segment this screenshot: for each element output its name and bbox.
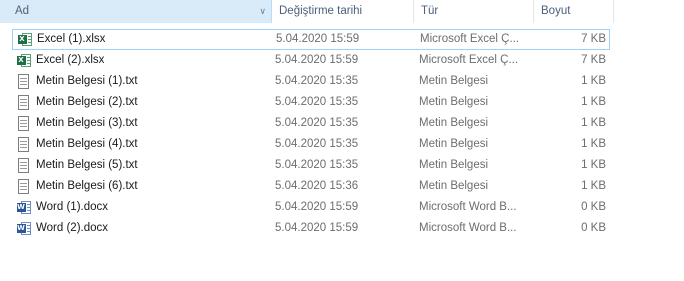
file-type: Metin Belgesi: [419, 138, 489, 150]
file-date: 5.04.2020 15:35: [275, 138, 359, 150]
column-header-bar: ^ Ad ∨ Değiştirme tarihi Tür Boyut: [0, 0, 614, 23]
file-date: 5.04.2020 15:59: [276, 33, 360, 45]
file-name[interactable]: Metin Belgesi (2).txt: [36, 92, 138, 113]
file-type: Metin Belgesi: [419, 96, 489, 108]
file-row[interactable]: Metin Belgesi (1).txt 5.04.2020 15:35 Meti…: [12, 71, 610, 92]
column-header-size-label: Boyut: [541, 5, 571, 17]
file-row[interactable]: Metin Belgesi (5).txt 5.04.2020 15:35 Meti…: [12, 155, 610, 176]
file-row[interactable]: X Excel (2).xlsx 5.04.2020 15:59 Microsoft …: [12, 50, 610, 71]
file-size: 7 KB: [581, 54, 606, 66]
text-file-icon: [15, 176, 31, 197]
column-header-date-label: Değiştirme tarihi: [279, 5, 363, 17]
excel-icon: X: [16, 29, 32, 50]
file-row[interactable]: W Word (1).docx 5.04.2020 15:59 Microsoft W…: [12, 197, 610, 218]
chevron-down-icon[interactable]: ∨: [259, 0, 266, 23]
file-size: 1 KB: [581, 117, 606, 129]
file-row[interactable]: Metin Belgesi (4).txt 5.04.2020 15:35 Meti…: [12, 134, 610, 155]
word-icon: W: [15, 197, 31, 218]
file-date: 5.04.2020 15:35: [275, 75, 359, 87]
column-header-date[interactable]: Değiştirme tarihi: [272, 0, 414, 23]
file-type: Microsoft Excel Ç...: [420, 33, 520, 45]
file-name[interactable]: Metin Belgesi (6).txt: [36, 176, 138, 197]
text-file-icon: [15, 134, 31, 155]
word-icon: W: [15, 218, 31, 239]
column-header-name[interactable]: ^ Ad ∨: [0, 0, 272, 23]
file-type: Metin Belgesi: [419, 159, 489, 171]
file-size: 1 KB: [581, 138, 606, 150]
file-name[interactable]: Excel (2).xlsx: [36, 50, 104, 71]
file-size: 0 KB: [581, 201, 606, 213]
column-header-size[interactable]: Boyut: [534, 0, 614, 23]
text-file-icon: [15, 92, 31, 113]
file-type: Microsoft Excel Ç...: [419, 54, 519, 66]
file-date: 5.04.2020 15:36: [275, 180, 359, 192]
file-name[interactable]: Metin Belgesi (3).txt: [36, 113, 138, 134]
file-type: Microsoft Word B...: [419, 222, 517, 234]
file-size: 7 KB: [581, 33, 606, 45]
column-header-type[interactable]: Tür: [414, 0, 534, 23]
file-row[interactable]: X Excel (1).xlsx 5.04.2020 15:59 Microsoft …: [12, 29, 610, 50]
excel-icon: X: [15, 50, 31, 71]
file-name[interactable]: Word (1).docx: [36, 197, 108, 218]
file-size: 1 KB: [581, 75, 606, 87]
file-date: 5.04.2020 15:59: [275, 201, 359, 213]
file-date: 5.04.2020 15:35: [275, 96, 359, 108]
text-file-icon: [15, 113, 31, 134]
file-size: 1 KB: [581, 96, 606, 108]
file-date: 5.04.2020 15:59: [275, 222, 359, 234]
file-name[interactable]: Metin Belgesi (1).txt: [36, 71, 138, 92]
file-size: 1 KB: [581, 180, 606, 192]
file-row[interactable]: Metin Belgesi (2).txt 5.04.2020 15:35 Meti…: [12, 92, 610, 113]
file-name[interactable]: Excel (1).xlsx: [37, 29, 105, 50]
file-row[interactable]: Metin Belgesi (6).txt 5.04.2020 15:36 Meti…: [12, 176, 610, 197]
file-list: X Excel (1).xlsx 5.04.2020 15:59 Microsoft …: [12, 29, 610, 239]
file-type: Metin Belgesi: [419, 117, 489, 129]
file-date: 5.04.2020 15:35: [275, 117, 359, 129]
file-type: Microsoft Word B...: [419, 201, 517, 213]
file-type: Metin Belgesi: [419, 180, 489, 192]
file-name[interactable]: Metin Belgesi (4).txt: [36, 134, 138, 155]
file-date: 5.04.2020 15:35: [275, 159, 359, 171]
file-date: 5.04.2020 15:59: [275, 54, 359, 66]
file-type: Metin Belgesi: [419, 75, 489, 87]
file-row[interactable]: Metin Belgesi (3).txt 5.04.2020 15:35 Meti…: [12, 113, 610, 134]
file-name[interactable]: Metin Belgesi (5).txt: [36, 155, 138, 176]
text-file-icon: [15, 155, 31, 176]
file-size: 1 KB: [581, 159, 606, 171]
text-file-icon: [15, 71, 31, 92]
file-name[interactable]: Word (2).docx: [36, 218, 108, 239]
file-explorer-details-view: ^ Ad ∨ Değiştirme tarihi Tür Boyut XExce…: [0, 0, 684, 281]
column-header-name-label: Ad: [15, 5, 30, 17]
column-header-type-label: Tür: [421, 5, 439, 17]
file-row[interactable]: W Word (2).docx 5.04.2020 15:59 Microsoft W…: [12, 218, 610, 239]
file-size: 0 KB: [581, 222, 606, 234]
